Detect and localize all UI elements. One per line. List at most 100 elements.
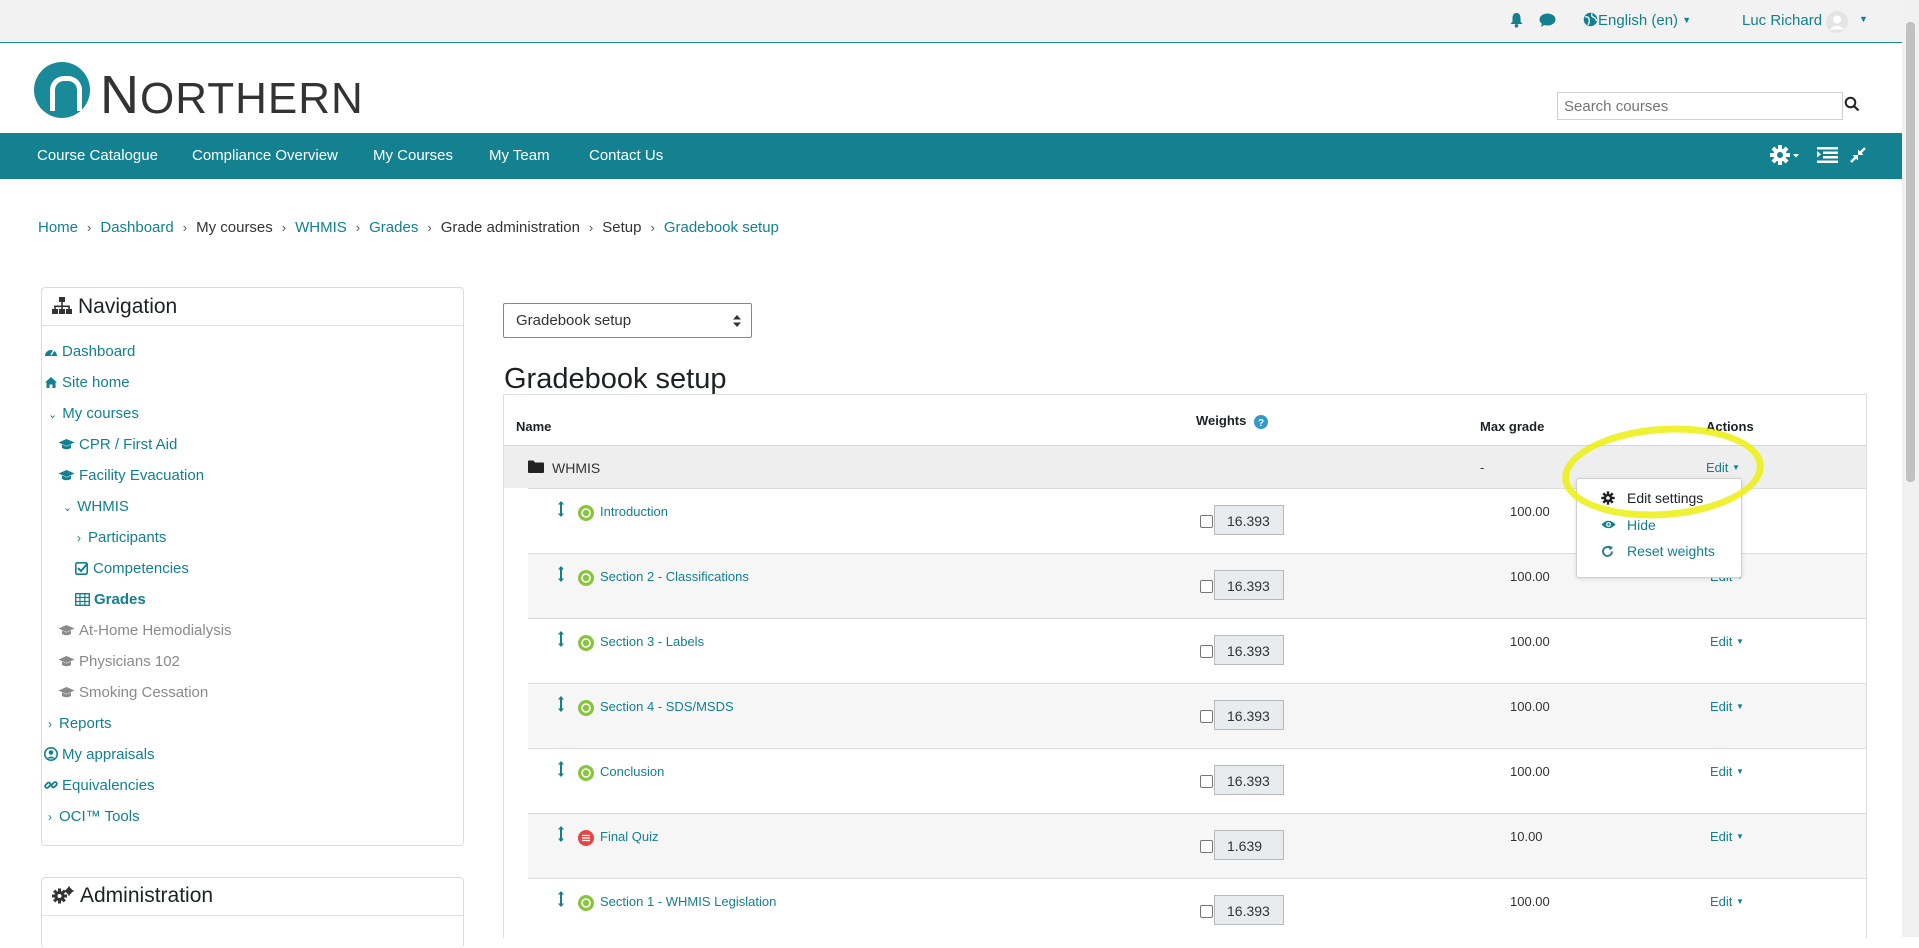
weight-input[interactable]: 16.393 (1214, 570, 1284, 600)
nav-course-smoking-label: Smoking Cessation (79, 684, 209, 701)
nav-competencies[interactable]: Competencies (75, 560, 189, 577)
page-scrollbar[interactable] (1902, 0, 1919, 937)
grade-item-row: Section 3 - Labels 16.393 100.00 Edit ▼ (528, 618, 1866, 684)
nav-compliance-overview[interactable]: Compliance Overview (192, 147, 338, 164)
language-menu[interactable]: English (en) ▼ (1583, 12, 1691, 29)
breadcrumb-my-courses: My courses (196, 219, 273, 236)
breadcrumb-separator: › (182, 220, 188, 235)
nav-my-courses[interactable]: My Courses (373, 147, 453, 164)
gears-icon (52, 886, 74, 904)
grade-item-link[interactable]: Introduction (600, 504, 668, 519)
nav-course-facility[interactable]: Facility Evacuation (58, 467, 204, 484)
grade-item-link[interactable]: Section 2 - Classifications (600, 569, 749, 584)
dashboard-icon (45, 349, 57, 356)
category-max-grade: - (1480, 460, 1485, 475)
weight-override-checkbox[interactable] (1200, 840, 1213, 853)
nav-course-catalogue[interactable]: Course Catalogue (37, 147, 158, 164)
nav-participants[interactable]: › Participants (77, 529, 166, 546)
breadcrumb-home[interactable]: Home (38, 219, 78, 236)
weight-override-checkbox[interactable] (1200, 775, 1213, 788)
weight-override-checkbox[interactable] (1200, 580, 1213, 593)
nav-site-home-label: Site home (62, 374, 130, 391)
nav-oci-tools-label: OCI™ Tools (59, 808, 140, 825)
nav-grades[interactable]: Grades (74, 591, 146, 608)
nav-reports[interactable]: › Reports (48, 715, 112, 732)
nav-my-appraisals[interactable]: My appraisals (44, 746, 155, 763)
weight-override-checkbox[interactable] (1200, 645, 1213, 658)
graduation-cap-icon (58, 656, 75, 667)
grade-item-link[interactable]: Section 1 - WHMIS Legislation (600, 894, 776, 909)
breadcrumb-dashboard[interactable]: Dashboard (100, 219, 173, 236)
weight-input[interactable]: 16.393 (1214, 635, 1284, 665)
nav-site-home[interactable]: Site home (44, 374, 130, 391)
grade-item-row: Final Quiz 1.639 10.00 Edit ▼ (528, 813, 1866, 879)
breadcrumb-grades[interactable]: Grades (369, 219, 418, 236)
weight-input[interactable]: 16.393 (1214, 700, 1284, 730)
weight-input[interactable]: 16.393 (1214, 505, 1284, 535)
move-icon[interactable] (558, 501, 564, 517)
logo-text-rest: ORTHERN (140, 74, 364, 123)
weight-override-checkbox[interactable] (1200, 515, 1213, 528)
chat-icon[interactable] (1539, 13, 1556, 32)
weight-override-checkbox[interactable] (1200, 905, 1213, 918)
scrollbar-thumb[interactable] (1906, 22, 1915, 482)
row-edit-menu[interactable]: Edit ▼ (1710, 894, 1744, 909)
search-input[interactable] (1557, 92, 1843, 120)
move-icon[interactable] (558, 631, 564, 647)
row-edit-menu[interactable]: Edit ▼ (1710, 829, 1744, 844)
administration-block: Administration (41, 877, 464, 948)
nav-course-whmis[interactable]: ⌄ WHMIS (63, 498, 129, 515)
row-edit-menu[interactable]: Edit ▼ (1710, 699, 1744, 714)
list-icon[interactable] (1817, 146, 1838, 168)
nav-course-hemodialysis-label: At-Home Hemodialysis (79, 622, 232, 639)
nav-equivalencies[interactable]: Equivalencies (44, 777, 155, 794)
nav-contact-us[interactable]: Contact Us (589, 147, 663, 164)
nav-course-hemodialysis[interactable]: At-Home Hemodialysis (58, 622, 232, 639)
bell-icon[interactable] (1509, 12, 1524, 32)
move-icon[interactable] (558, 761, 564, 777)
nav-course-smoking[interactable]: Smoking Cessation (58, 684, 208, 701)
row-edit-menu[interactable]: Edit ▼ (1710, 764, 1744, 779)
move-icon[interactable] (558, 826, 564, 842)
move-icon[interactable] (558, 891, 564, 907)
collapse-icon[interactable] (1849, 146, 1867, 169)
grade-item-link[interactable]: Final Quiz (600, 829, 659, 844)
nav-my-team[interactable]: My Team (489, 147, 550, 164)
grade-item-link[interactable]: Conclusion (600, 764, 664, 779)
nav-my-courses[interactable]: ⌄ My courses (48, 405, 139, 422)
grade-item-link[interactable]: Section 3 - Labels (600, 634, 704, 649)
nav-oci-tools[interactable]: › OCI™ Tools (48, 808, 140, 825)
search-icon[interactable] (1844, 96, 1864, 116)
move-icon[interactable] (558, 566, 564, 582)
caret-down-icon[interactable]: ▼ (1859, 14, 1868, 24)
help-icon[interactable]: ? (1253, 415, 1268, 429)
menu-item-reset-weights[interactable]: Reset weights (1627, 543, 1715, 559)
language-label: English (en) (1598, 12, 1679, 29)
gradebook-view-select[interactable]: Gradebook setup (503, 303, 752, 338)
table-icon (74, 592, 91, 607)
nav-dashboard[interactable]: Dashboard (44, 343, 135, 360)
nav-course-physicians[interactable]: Physicians 102 (58, 653, 180, 670)
column-header-weights: Weights ? (1196, 413, 1268, 429)
row-edit-menu[interactable]: Edit ▼ (1710, 634, 1744, 649)
gear-icon[interactable] (1769, 144, 1803, 171)
breadcrumb-whmis[interactable]: WHMIS (295, 219, 347, 236)
breadcrumb-gradebook-setup[interactable]: Gradebook setup (664, 219, 779, 236)
breadcrumb-separator: › (588, 220, 594, 235)
nav-course-whmis-label: WHMIS (77, 498, 129, 515)
weight-override-checkbox[interactable] (1200, 710, 1213, 723)
chevron-right-icon: › (48, 810, 52, 824)
nav-course-cpr[interactable]: CPR / First Aid (58, 436, 177, 453)
weight-input[interactable]: 16.393 (1214, 765, 1284, 795)
site-logo[interactable]: NORTHERN (34, 62, 414, 125)
weight-input[interactable]: 1.639 (1214, 830, 1284, 860)
navigation-block: Navigation Dashboard Site home ⌄ My cours… (41, 287, 464, 846)
avatar[interactable] (1826, 11, 1848, 37)
move-icon[interactable] (558, 696, 564, 712)
user-menu[interactable]: Luc Richard (1742, 12, 1822, 29)
menu-item-hide[interactable]: Hide (1627, 517, 1656, 533)
grade-item-link[interactable]: Section 4 - SDS/MSDS (600, 699, 734, 714)
weight-input[interactable]: 16.393 (1214, 895, 1284, 925)
nav-course-facility-label: Facility Evacuation (79, 467, 205, 484)
quiz-icon (578, 830, 594, 846)
